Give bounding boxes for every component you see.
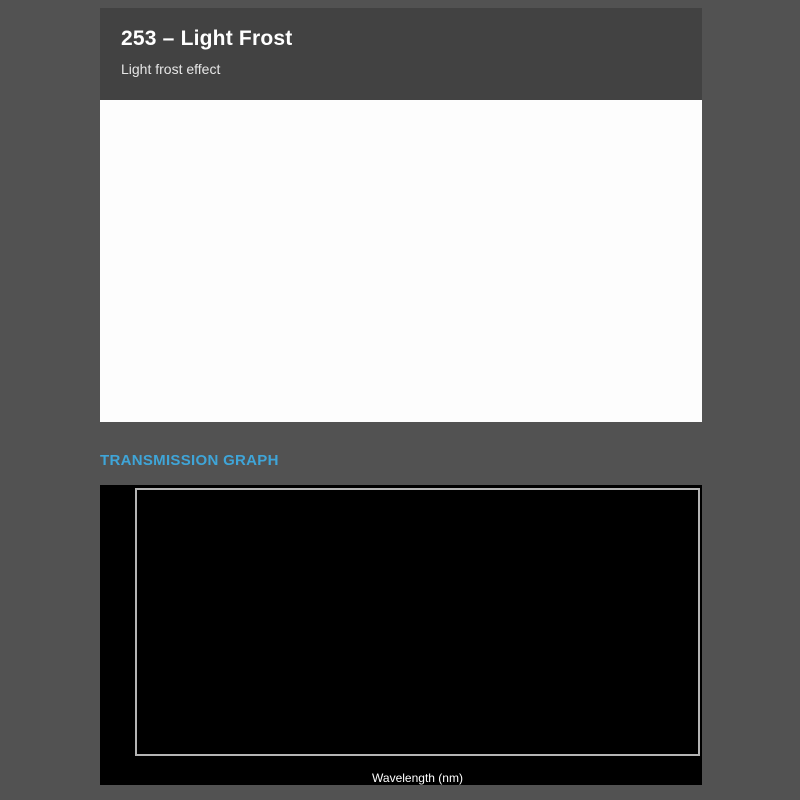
header-card: 253 – Light Frost Light frost effect — [100, 8, 702, 100]
filter-swatch-preview — [100, 100, 702, 422]
page-subtitle: Light frost effect — [121, 61, 702, 77]
spectrum-transmission-chart — [137, 490, 698, 754]
x-axis-title: Wavelength (nm) — [137, 771, 698, 785]
transmission-graph-panel: Wavelength (nm) — [100, 485, 702, 785]
transmission-graph-heading: TRANSMISSION GRAPH — [100, 452, 279, 469]
page-title: 253 – Light Frost — [121, 27, 702, 51]
plot-area — [135, 488, 700, 756]
